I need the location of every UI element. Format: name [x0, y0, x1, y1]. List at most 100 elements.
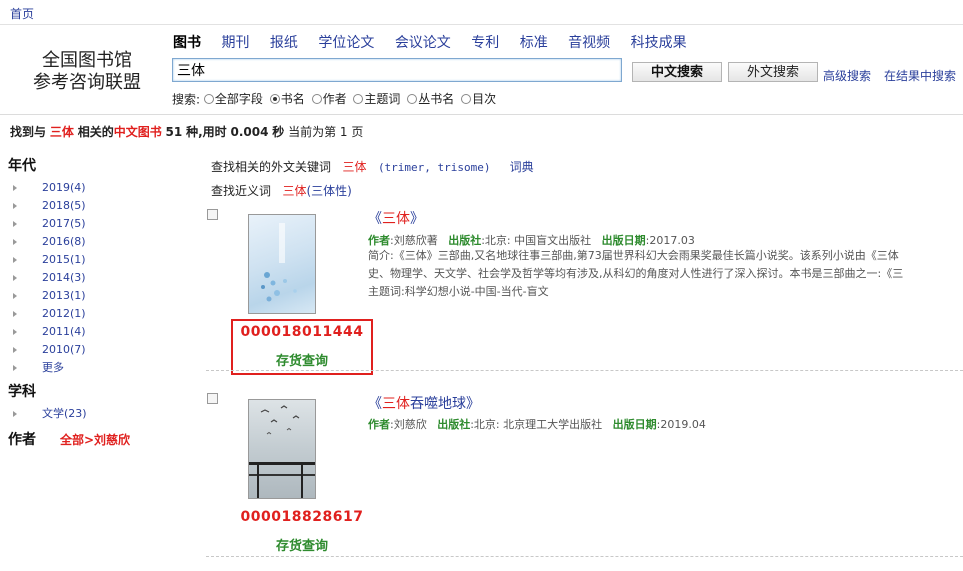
scope-label: 全部字段 — [214, 92, 263, 106]
result-title-1[interactable]: 《三体》 — [368, 208, 424, 228]
title-rest: 吞噬地球 — [410, 396, 466, 412]
advanced-search-link[interactable]: 高级搜索 — [823, 67, 871, 84]
author-label: 作者 — [368, 418, 390, 431]
stock-query-link-2[interactable]: 存货查询 — [232, 535, 372, 554]
search-scope-group: 搜索: 全部字段 书名 作者 主题词 丛书名 目次 — [172, 90, 499, 108]
facet-year-item[interactable]: 2010(7) — [8, 341, 188, 359]
summary-seconds: 秒 — [272, 125, 285, 139]
book-code-2: 000018828617 — [240, 509, 364, 525]
search-in-results-link[interactable]: 在结果中搜索 — [884, 67, 956, 84]
tab-conference-papers[interactable]: 会议论文 — [395, 35, 451, 51]
result-separator — [206, 556, 963, 557]
chinese-search-button[interactable]: 中文搜索 — [632, 62, 722, 82]
tab-standards[interactable]: 标准 — [520, 35, 548, 51]
radio-selected-icon[interactable] — [269, 93, 280, 104]
facet-year-list: 2019(4) 2018(5) 2017(5) 2016(8) 2015(1) … — [8, 179, 188, 377]
tab-sci-tech[interactable]: 科技成果 — [631, 35, 687, 51]
search-scope-label: 搜索: — [172, 92, 201, 107]
dictionary-link[interactable]: 词典 — [510, 160, 534, 174]
facet-author-value[interactable]: 全部>刘慈欣 — [60, 431, 130, 448]
radio-icon[interactable] — [407, 93, 418, 104]
facet-year-item[interactable]: 2012(1) — [8, 305, 188, 323]
date-value: :2017.03 — [645, 234, 695, 247]
facet-year-item[interactable]: 2017(5) — [8, 215, 188, 233]
scope-subject[interactable]: 主题词 — [353, 90, 400, 107]
summary-time: 0.004 — [230, 125, 269, 139]
logo-line-1: 全国图书馆 — [42, 50, 132, 71]
summary-count: 51 — [165, 125, 183, 139]
summary-keyword: 三体 — [49, 125, 74, 139]
facet-year-item[interactable]: 2014(3) — [8, 269, 188, 287]
summary-mid: 相关的 — [77, 125, 114, 139]
title-highlight: 三体 — [382, 396, 410, 412]
facet-subject-title: 学科 — [8, 384, 36, 400]
header-divider — [0, 114, 963, 115]
home-link[interactable]: 首页 — [10, 5, 34, 22]
site-logo: 全国图书馆 参考咨询联盟 — [22, 50, 152, 94]
resource-tabs: 图书 期刊 报纸 学位论文 会议论文 专利 标准 音视频 科技成果 — [173, 32, 703, 52]
title-bracket: 》 — [410, 211, 424, 227]
tab-journals[interactable]: 期刊 — [221, 35, 249, 51]
summary-line: 史、物理学、天文学、社会学及哲学等均有涉及,从科幻的角度对人性进行了深入探讨。本… — [368, 267, 904, 280]
title-highlight: 三体 — [382, 211, 410, 227]
facet-author: 作者 全部>刘慈欣 — [8, 429, 188, 449]
author-label: 作者 — [368, 234, 390, 247]
synonym-list[interactable]: (三体性) — [306, 184, 351, 198]
tab-theses[interactable]: 学位论文 — [318, 35, 374, 51]
scope-label: 作者 — [322, 92, 347, 106]
cover-art-icon — [249, 405, 315, 498]
cover-art-icon — [261, 223, 297, 302]
title-bracket: 《 — [368, 396, 382, 412]
tab-newspapers[interactable]: 报纸 — [270, 35, 298, 51]
radio-icon[interactable] — [461, 93, 472, 104]
highlight-box — [231, 319, 373, 375]
result-meta-1: 作者:刘慈欣著 出版社:北京: 中国盲文出版社 出版日期:2017.03 — [368, 232, 695, 248]
facet-author-title: 作者 — [8, 432, 36, 448]
facet-year-item[interactable]: 2011(4) — [8, 323, 188, 341]
scope-label: 书名 — [280, 92, 305, 106]
facet-year-item[interactable]: 2019(4) — [8, 179, 188, 197]
publisher-label: 出版社 — [448, 234, 482, 247]
facet-year-item[interactable]: 2013(1) — [8, 287, 188, 305]
scope-all-fields[interactable]: 全部字段 — [203, 90, 263, 107]
facet-subject-item[interactable]: 文学(23) — [8, 405, 188, 423]
book-cover-2[interactable] — [248, 399, 316, 499]
facet-year-item[interactable]: 2015(1) — [8, 251, 188, 269]
search-input[interactable] — [172, 58, 622, 82]
synonym-label: 查找近义词 — [211, 184, 272, 198]
summary-category: 中文图书 — [113, 125, 162, 139]
synonym-term: 三体 — [282, 184, 307, 198]
result-checkbox[interactable] — [207, 393, 218, 404]
publisher-value: :北京: 北京理工大学出版社 — [470, 418, 603, 431]
subject-line: 主题词:科学幻想小说-中国-当代-盲文 — [368, 285, 549, 298]
result-title-2[interactable]: 《三体吞噬地球》 — [368, 393, 480, 413]
facet-year-item[interactable]: 2018(5) — [8, 197, 188, 215]
foreign-keyword-row: 查找相关的外文关键词 三体 (trimer, trisome) 词典 — [211, 158, 534, 175]
scope-series[interactable]: 丛书名 — [407, 90, 454, 107]
facet-year-item[interactable]: 2016(8) — [8, 233, 188, 251]
foreign-search-button[interactable]: 外文搜索 — [728, 62, 818, 82]
date-label: 出版日期 — [601, 234, 646, 247]
tab-patents[interactable]: 专利 — [471, 35, 499, 51]
radio-icon[interactable] — [353, 93, 364, 104]
author-value: :刘慈欣 — [390, 418, 427, 431]
summary-page: 当前为第 1 页 — [288, 125, 364, 139]
radio-icon[interactable] — [203, 93, 214, 104]
radio-icon[interactable] — [311, 93, 322, 104]
result-checkbox[interactable] — [207, 209, 218, 220]
foreign-keyword-list[interactable]: (trimer, trisome) — [378, 161, 491, 174]
tab-books[interactable]: 图书 — [173, 35, 201, 51]
synonym-row: 查找近义词 三体(三体性) — [211, 182, 352, 199]
scope-title[interactable]: 书名 — [269, 90, 305, 107]
tab-audio-video[interactable]: 音视频 — [568, 35, 610, 51]
facet-year-more[interactable]: 更多 — [8, 359, 188, 377]
scope-contents[interactable]: 目次 — [461, 90, 496, 107]
scope-author[interactable]: 作者 — [311, 90, 347, 107]
logo-line-2: 参考咨询联盟 — [33, 72, 141, 93]
title-bracket: 《 — [368, 211, 382, 227]
publisher-label: 出版社 — [437, 418, 471, 431]
summary-line: 简介:《三体》三部曲,又名地球往事三部曲,第73届世界科幻大会雨果奖最佳长篇小说… — [368, 249, 899, 262]
result-separator — [206, 370, 963, 371]
scope-label: 丛书名 — [418, 92, 455, 106]
book-cover-1[interactable] — [248, 214, 316, 314]
